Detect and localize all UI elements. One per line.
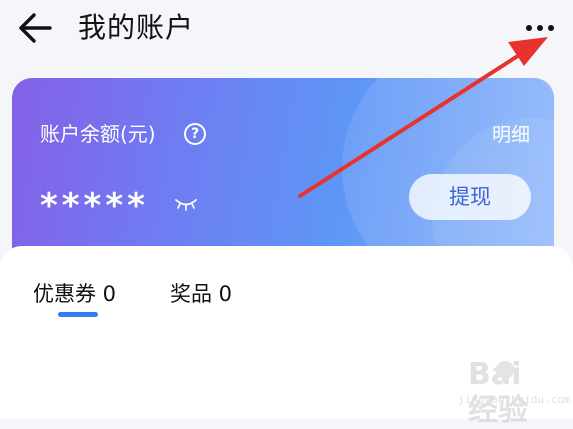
more-horizontal-icon: [548, 25, 554, 31]
tab-coupons[interactable]: 优惠券 0: [33, 280, 116, 308]
more-horizontal-icon: [526, 25, 532, 31]
paw-icon: [496, 361, 514, 379]
eye-closed-icon[interactable]: [174, 196, 198, 212]
balance-value: *****: [40, 186, 149, 226]
page-title: 我的账户: [78, 11, 195, 44]
withdraw-button[interactable]: 提现: [409, 174, 531, 220]
more-button[interactable]: [522, 16, 558, 40]
question-circle-icon[interactable]: ?: [184, 123, 206, 145]
balance-label: 账户余额(元): [40, 122, 156, 146]
detail-link[interactable]: 明细: [492, 122, 530, 148]
baidu-jingyan-watermark: Bai 经验 jingyan.baidu.com: [440, 355, 571, 428]
arrow-left-icon: [19, 13, 52, 43]
tab-prizes[interactable]: 奖品 0: [170, 280, 232, 308]
active-tab-indicator: [58, 312, 98, 317]
more-horizontal-icon: [537, 25, 543, 31]
back-button[interactable]: [14, 8, 54, 48]
top-bar: 我的账户: [0, 0, 573, 60]
watermark-url: jingyan.baidu.com: [458, 393, 571, 406]
